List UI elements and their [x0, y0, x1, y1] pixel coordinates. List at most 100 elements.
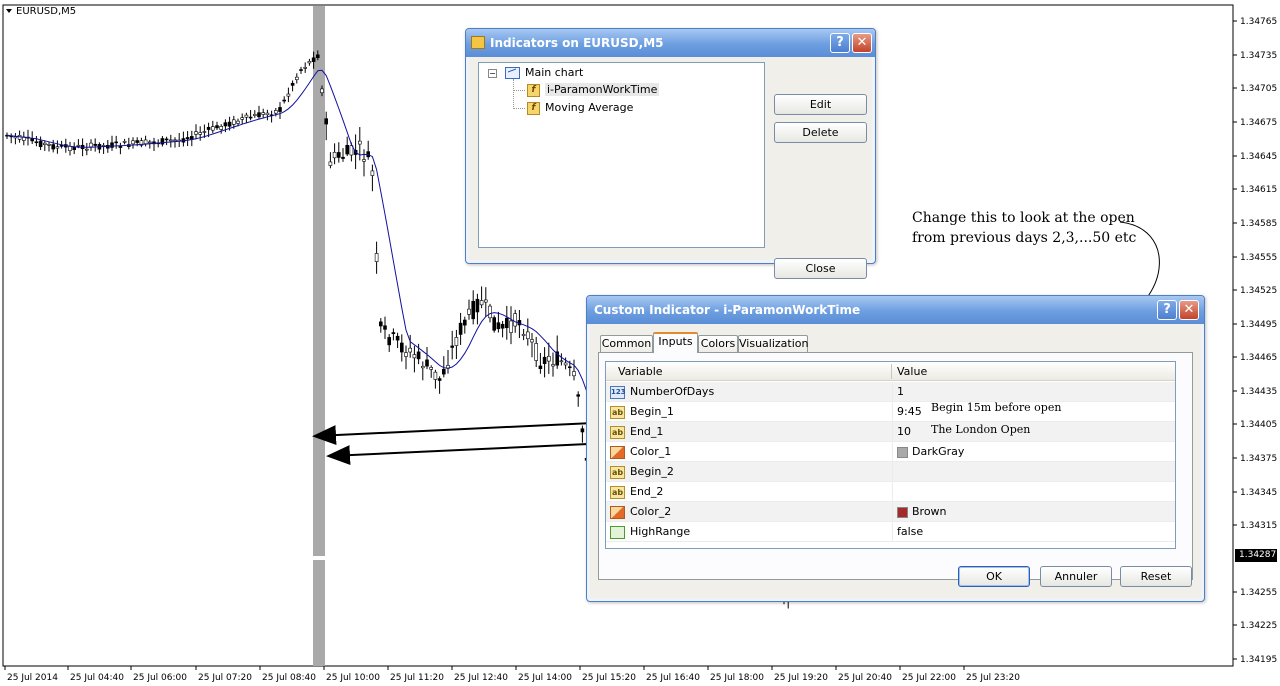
close-button[interactable]: Close [774, 258, 867, 279]
variable-name: End_1 [630, 425, 664, 438]
variable-cell: 123 NumberOfDays [610, 382, 891, 402]
tree-item-label: Main chart [525, 66, 584, 79]
time-label: 25 Jul 16:40 [646, 673, 700, 683]
candle-body [580, 428, 585, 433]
candle-body [320, 88, 324, 94]
candle-body [164, 138, 169, 141]
time-label: 25 Jul 22:00 [902, 673, 956, 683]
variable-cell: ab Begin_2 [610, 462, 891, 482]
candle-body [458, 322, 463, 335]
chevron-down-icon [6, 9, 12, 13]
variable-cell: ab Begin_1 [610, 402, 891, 422]
candle-body [211, 126, 215, 131]
tree-connector [513, 79, 514, 109]
price-label: 1.34435 [1240, 387, 1277, 397]
tree-item-i-paramonworktime[interactable]: f i-ParamonWorkTime [527, 82, 660, 98]
time-label: 25 Jul 2014 [7, 673, 58, 683]
reset-button[interactable]: Reset [1120, 566, 1192, 587]
candle-body [433, 371, 438, 380]
indicators-dialog-title: Indicators on EURUSD,M5 [490, 36, 664, 50]
time-label: 25 Jul 14:00 [518, 673, 572, 683]
table-row[interactable]: 123 NumberOfDays 1 [606, 382, 1175, 402]
candle-body [89, 142, 93, 148]
table-row[interactable]: ab Begin_1 9:45 [606, 402, 1175, 422]
delete-button[interactable]: Delete [774, 122, 867, 143]
candle-body [395, 335, 400, 341]
price-label: 1.34615 [1240, 185, 1277, 195]
value-cell[interactable]: false [892, 522, 1175, 542]
candle-body [471, 300, 476, 320]
candle-body [500, 323, 505, 329]
candle-body [450, 345, 455, 348]
collapse-icon[interactable]: − [488, 69, 497, 78]
value-text: 9:45 [897, 405, 922, 418]
table-row[interactable]: Color_2 Brown [606, 502, 1175, 522]
candle-body [383, 325, 387, 330]
candle-body [114, 141, 118, 144]
ok-button[interactable]: OK [958, 566, 1030, 587]
table-row[interactable]: ab Begin_2 [606, 462, 1175, 482]
candle-body [336, 152, 341, 158]
candle-body [118, 145, 123, 148]
custom-indicator-icon: f [527, 83, 540, 97]
candle-body [521, 333, 526, 336]
table-row[interactable]: HighRange false [606, 522, 1175, 542]
value-cell[interactable]: Brown [892, 502, 1175, 522]
candle-body [567, 366, 572, 369]
custom-indicator-dialog: Custom Indicator - i-ParamonWorkTime ? ✕… [586, 295, 1205, 602]
edit-button[interactable]: Edit [774, 94, 867, 115]
candle-body [85, 148, 89, 151]
chart-symbol-title[interactable]: EURUSD,M5 [6, 6, 76, 17]
value-cell[interactable] [892, 462, 1175, 482]
candle-body [51, 144, 56, 150]
value-cell[interactable]: 1 [892, 382, 1175, 402]
candle-body [303, 67, 308, 69]
candle-body [328, 161, 333, 166]
value-cell[interactable]: DarkGray [892, 442, 1175, 462]
close-window-button[interactable]: ✕ [1179, 300, 1199, 320]
tab-visualization[interactable]: Visualization [738, 335, 808, 353]
candle-body [462, 319, 467, 326]
table-row[interactable]: Color_1 DarkGray [606, 442, 1175, 462]
tab-colors[interactable]: Colors [698, 335, 738, 353]
table-row[interactable]: ab End_2 [606, 482, 1175, 502]
tree-item-moving-average[interactable]: f Moving Average [527, 100, 633, 116]
indicator-tree[interactable]: − Main chart f i-ParamonWorkTime f Moving … [478, 62, 765, 248]
candle-body [488, 305, 492, 319]
tab-common[interactable]: Common [600, 335, 653, 353]
help-button[interactable]: ? [830, 33, 850, 53]
value-text: DarkGray [912, 445, 965, 458]
candle-body [513, 313, 518, 327]
tree-item-main-chart[interactable]: Main chart [505, 65, 583, 81]
time-label: 25 Jul 12:40 [454, 673, 508, 683]
candle-body [215, 125, 219, 129]
cancel-button[interactable]: Annuler [1040, 566, 1112, 587]
chart-title-text: EURUSD,M5 [16, 6, 77, 17]
color-type-icon [610, 445, 625, 459]
candle-body [391, 332, 396, 334]
candle-body [307, 61, 312, 64]
indicators-dialog-titlebar[interactable]: Indicators on EURUSD,M5 ? ✕ [466, 29, 875, 57]
price-label: 1.34375 [1240, 454, 1277, 464]
inputs-panel: Variable Value 123 NumberOfDays 1 ab Begin_1… [598, 352, 1193, 580]
string-type-icon: ab [610, 485, 625, 499]
candle-body [387, 337, 392, 346]
price-label: 1.34645 [1240, 152, 1277, 162]
candle-body [273, 110, 278, 114]
value-cell[interactable] [892, 482, 1175, 502]
column-header-value[interactable]: Value [897, 365, 927, 378]
close-window-button[interactable]: ✕ [852, 33, 872, 53]
table-row[interactable]: ab End_1 10 [606, 422, 1175, 442]
candle-body [362, 159, 366, 162]
candle-body [261, 112, 266, 115]
variable-name: NumberOfDays [630, 385, 715, 398]
string-type-icon: ab [610, 405, 625, 419]
candle-body [299, 69, 303, 71]
price-label: 1.34195 [1240, 655, 1277, 665]
custom-dialog-titlebar[interactable]: Custom Indicator - i-ParamonWorkTime ? ✕ [587, 296, 1204, 324]
candle-body [441, 368, 446, 375]
help-button[interactable]: ? [1157, 300, 1177, 320]
variable-name: Color_2 [630, 505, 672, 518]
tab-inputs[interactable]: Inputs [653, 332, 698, 353]
column-header-variable[interactable]: Variable [618, 365, 663, 378]
